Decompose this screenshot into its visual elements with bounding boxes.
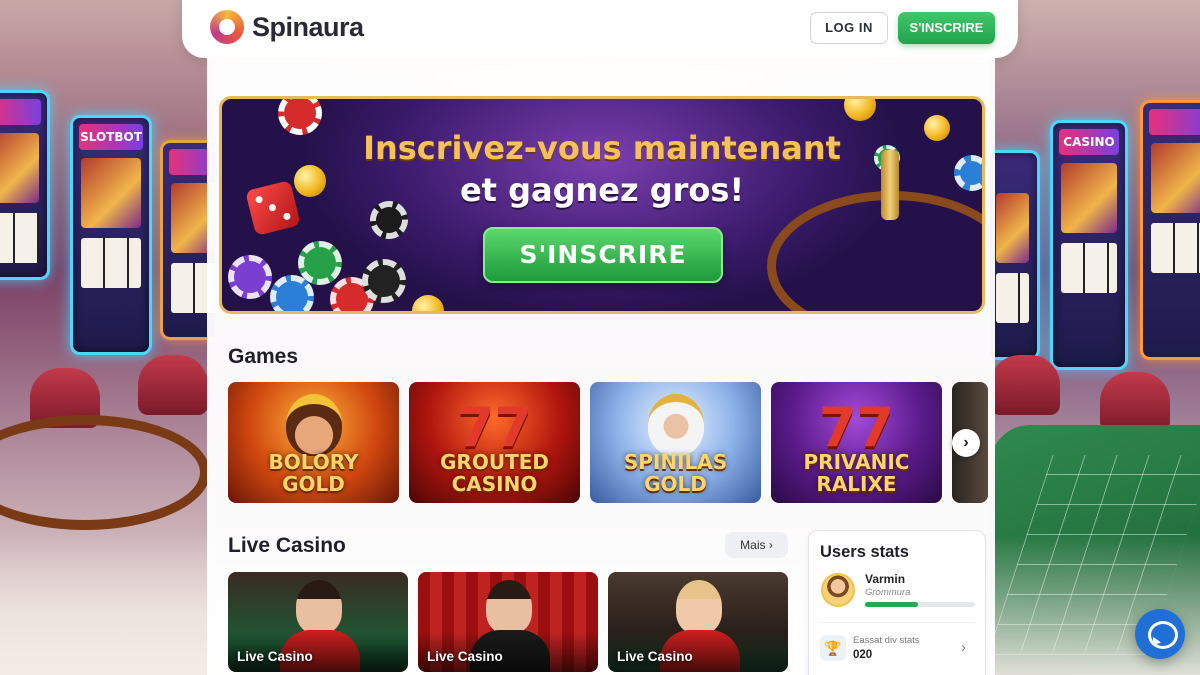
slot-sign-text: SLOTBOT	[79, 124, 143, 150]
banner-headline-line1: Inscrivez-vous maintenant	[363, 129, 841, 167]
more-button[interactable]: Mais ›	[725, 532, 788, 558]
promo-banner[interactable]: Inscrivez-vous maintenant et gagnez gros…	[219, 96, 985, 314]
slot-reels-deco	[1061, 243, 1117, 293]
user-name: Varmin	[865, 572, 906, 586]
signup-button[interactable]: S'INSCRIRE	[898, 12, 995, 44]
gold-coin-icon	[844, 99, 876, 121]
game-tile[interactable]: SPINILAS GOLD	[590, 382, 761, 503]
slot-reels-deco	[81, 238, 141, 288]
live-casino-label: Live Casino	[237, 649, 313, 664]
game-title: GROUTED CASINO	[440, 450, 549, 496]
banner-headline-line2: et gagnez gros!	[459, 171, 745, 209]
game-art-image	[648, 394, 704, 456]
live-casino-label: Live Casino	[427, 649, 503, 664]
dealer-image	[676, 580, 722, 634]
chair-image	[1100, 372, 1170, 432]
chevron-right-icon[interactable]: ›	[961, 639, 966, 656]
live-casino-tile[interactable]: Live Casino	[418, 572, 598, 672]
divider	[819, 622, 975, 623]
spiral-logo-icon	[210, 10, 244, 44]
chair-image	[138, 355, 208, 415]
user-subtitle: Grommura	[865, 587, 911, 598]
game-title: SPINILAS GOLD	[623, 450, 728, 496]
stats-row-value: 020	[853, 649, 873, 661]
users-stats-card: Users stats Varmin Grommura 🏆 Eassat div…	[808, 530, 986, 675]
slot-sign-deco	[1149, 109, 1200, 135]
slot-screen-deco	[1061, 163, 1117, 233]
slot-reels-deco	[996, 273, 1029, 323]
slot-machine-image	[0, 90, 50, 280]
games-section-title: Games	[228, 345, 299, 368]
trophy-icon: 🏆	[820, 635, 846, 661]
slot-machine-image	[990, 150, 1040, 360]
avatar[interactable]	[821, 573, 855, 607]
poker-chip-icon	[362, 259, 406, 303]
poker-chip-icon	[228, 255, 272, 299]
login-button[interactable]: LOG IN	[810, 12, 888, 44]
dealer-image	[296, 580, 342, 634]
game-tile[interactable]: 77 PRIVANIC RALIXE	[771, 382, 942, 503]
slot-sign-text: CASINO	[1059, 129, 1119, 155]
live-casino-tile[interactable]: Live Casino	[228, 572, 408, 672]
user-progress-fill	[865, 602, 918, 607]
banner-signup-button[interactable]: S'INSCRIRE	[483, 227, 723, 283]
slot-machine-image: SLOTBOT	[70, 115, 152, 355]
slot-screen-deco	[0, 133, 39, 203]
slot-screen-deco	[1151, 143, 1200, 213]
brand-name: Spinaura	[252, 11, 364, 42]
user-progress-bar	[865, 602, 975, 607]
dealer-image	[486, 580, 532, 634]
users-stats-title: Users stats	[820, 543, 909, 561]
slot-sign-deco	[0, 99, 41, 125]
roulette-wheel-image	[0, 415, 210, 530]
game-title: PRIVANIC RALIXE	[803, 450, 910, 496]
slot-reels-deco	[1151, 223, 1200, 273]
chat-bubble-icon[interactable]	[1135, 609, 1185, 659]
game-tile[interactable]: 77 GROUTED CASINO	[409, 382, 580, 503]
game-art-image	[286, 394, 342, 456]
gold-coin-icon	[412, 295, 444, 311]
slot-screen-deco	[81, 158, 141, 228]
more-button-label: Mais	[740, 538, 766, 552]
chevron-right-icon[interactable]: ›	[952, 429, 980, 457]
slot-machine-image: CASINO	[1050, 120, 1128, 370]
stats-row-label: Eassat div stats	[853, 635, 920, 646]
brand-logo[interactable]: Spinaura	[210, 10, 364, 44]
slot-machine-image	[1140, 100, 1200, 360]
live-casino-tile[interactable]: Live Casino	[608, 572, 788, 672]
site-header: Spinaura LOG IN S'INSCRIRE	[182, 0, 1018, 58]
game-tile[interactable]: BOLORY GOLD	[228, 382, 399, 503]
slot-screen-deco	[996, 193, 1029, 263]
banner-headline: Inscrivez-vous maintenant et gagnez gros…	[222, 127, 982, 211]
live-casino-section-title: Live Casino	[228, 534, 346, 557]
chair-image	[990, 355, 1060, 415]
live-casino-label: Live Casino	[617, 649, 693, 664]
chevron-right-icon: ›	[768, 538, 773, 552]
main-content: Inscrivez-vous maintenant et gagnez gros…	[207, 58, 995, 675]
poker-chip-icon	[298, 241, 342, 285]
game-title: BOLORY GOLD	[268, 450, 359, 496]
slot-reels-deco	[0, 213, 39, 263]
